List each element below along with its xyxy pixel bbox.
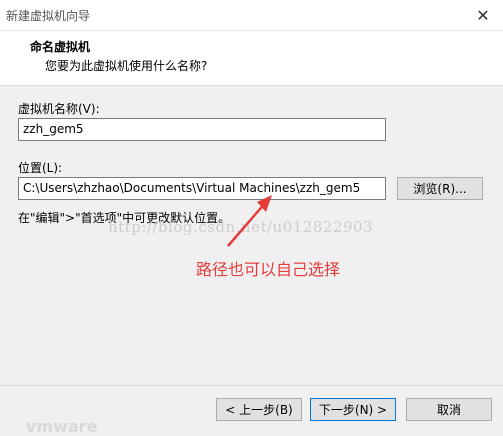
annotation-text: 路径也可以自己选择 (196, 260, 341, 279)
arrow-icon (227, 195, 272, 247)
next-button[interactable]: 下一步(N) > (310, 398, 396, 421)
back-button[interactable]: < 上一步(B) (216, 398, 302, 421)
footer-divider (0, 385, 503, 386)
vmware-logo-ghost: vmware (26, 417, 98, 436)
cancel-button[interactable]: 取消 (406, 398, 492, 421)
